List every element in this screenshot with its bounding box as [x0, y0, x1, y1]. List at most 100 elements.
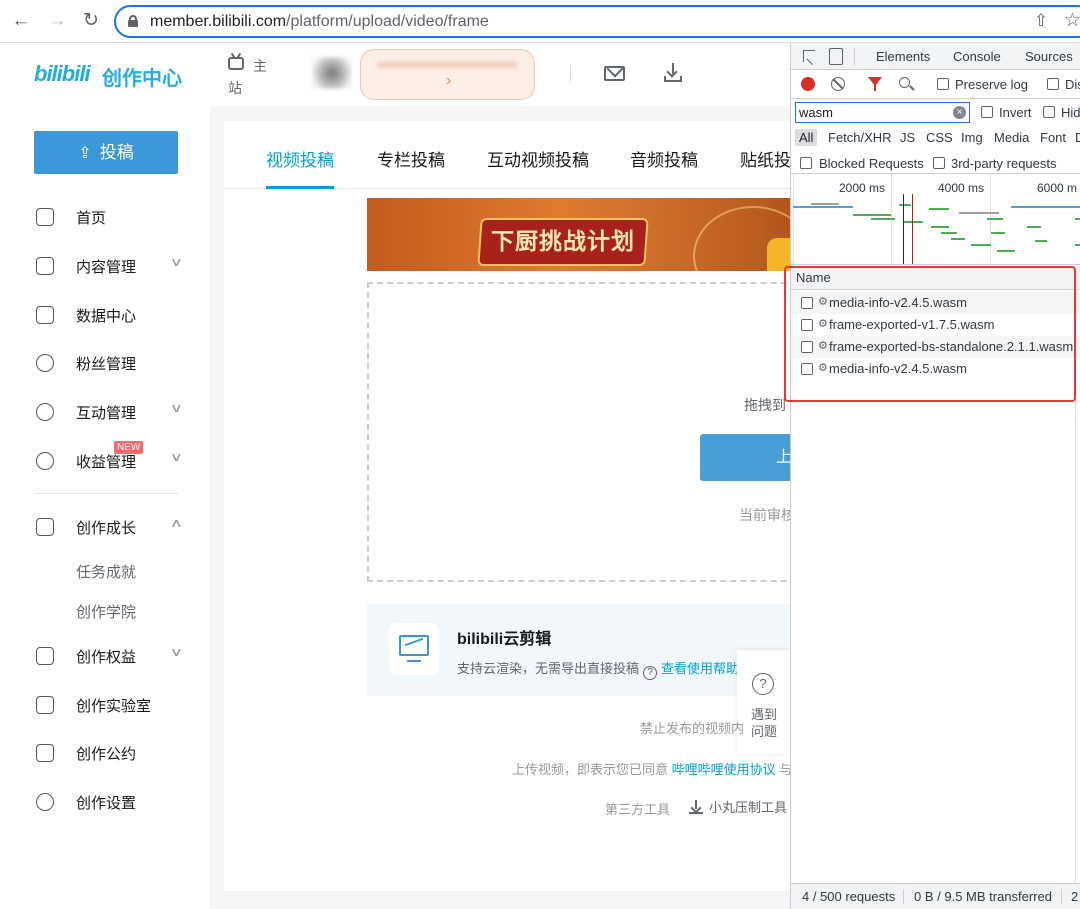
type-filter-doc[interactable]: D: [1075, 130, 1080, 145]
logo-title: 创作中心: [102, 68, 182, 90]
address-bar[interactable]: member.bilibili.com/platform/upload/vide…: [114, 5, 1080, 38]
sidebar-item-label: 互动管理: [76, 405, 137, 422]
logo[interactable]: bilibili: [34, 61, 91, 87]
review-hint: 当前审核: [739, 507, 795, 523]
tab-video[interactable]: 视频投稿: [266, 146, 334, 171]
header-divider: [570, 65, 571, 83]
invert-checkbox[interactable]: [981, 106, 993, 118]
sidebar-item-label: 收益管理: [76, 454, 137, 471]
preserve-log-checkbox[interactable]: [937, 78, 949, 90]
browser-toolbar: ← → ↻ member.bilibili.com/platform/uploa…: [0, 0, 1080, 43]
sidebar-divider: [34, 493, 178, 494]
transferred-size: 0 B / 9.5 MB transferred: [914, 889, 1053, 904]
cloud-editor-desc: 支持云渲染，无需导出直接投稿? 查看使用帮助: [457, 658, 739, 680]
network-overview[interactable]: 2000 ms 4000 ms 6000 m: [791, 174, 1080, 265]
tab-sticker[interactable]: 贴纸投: [740, 146, 791, 171]
inspect-element-icon[interactable]: [803, 50, 815, 62]
device-toolbar-icon[interactable]: [829, 48, 843, 65]
tab-interactive-video[interactable]: 互动视频投稿: [487, 146, 589, 171]
devtools-tabbar: Elements Console Sources: [791, 43, 1080, 70]
sidebar-item-label: 首页: [76, 210, 107, 227]
agreement-note: 上传视频，即表示您已同意 哔哩哔哩使用协议 与: [512, 759, 792, 778]
sidebar-item-label: 创作设置: [76, 795, 137, 812]
tab-article[interactable]: 专栏投稿: [377, 146, 445, 171]
type-filter-css[interactable]: CSS: [926, 130, 953, 145]
upload-dropzone[interactable]: [367, 282, 807, 582]
tab-console[interactable]: Console: [953, 49, 1001, 64]
type-filter-img[interactable]: Img: [961, 130, 983, 145]
tab-audio[interactable]: 音频投稿: [630, 146, 698, 171]
filter-icon[interactable]: [868, 77, 882, 91]
search-icon[interactable]: [899, 77, 910, 88]
share-icon[interactable]: ⇧: [1031, 9, 1051, 33]
type-filter-all[interactable]: All: [795, 129, 818, 146]
url-host: member.bilibili.com: [150, 13, 287, 30]
promo-pill[interactable]: ›: [360, 49, 535, 100]
site-header: bilibili 创作中心 主站 ›: [0, 43, 790, 106]
type-filter-media[interactable]: Media: [994, 130, 1029, 145]
request-count: 4 / 500 requests: [802, 889, 896, 904]
download-icon[interactable]: [664, 61, 682, 83]
drop-hint: 拖拽到: [744, 397, 786, 413]
filter-value: wasm: [799, 105, 833, 120]
upload-icon: ⇪: [78, 145, 92, 162]
chevron-down-icon: ∨: [169, 450, 183, 464]
compress-tool-link[interactable]: 小丸压制工具: [689, 797, 787, 816]
promo-banner[interactable]: 下厨挑战计划: [367, 198, 790, 271]
forward-arrow-icon[interactable]: →: [44, 8, 70, 34]
timeline-tick: 2000 ms: [839, 181, 886, 195]
sidebar-subitem-academy[interactable]: 创作学院: [76, 601, 136, 622]
sidebar-item-convention[interactable]: 创作公约: [0, 739, 210, 769]
avatar[interactable]: [312, 57, 352, 89]
bookmark-star-icon[interactable]: ☆: [1064, 9, 1080, 33]
timeline-tick: 4000 ms: [938, 181, 985, 195]
hide-data-urls-checkbox[interactable]: [1043, 106, 1055, 118]
agree-prefix: 上传视频，即表示您已同意: [512, 762, 669, 777]
type-filter-js[interactable]: JS: [900, 130, 915, 145]
mail-icon[interactable]: [604, 66, 625, 81]
main-site-link[interactable]: 主站: [228, 55, 268, 99]
help-float-label: 遇到问题: [751, 707, 778, 739]
agreement-link[interactable]: 哔哩哔哩使用协议: [672, 762, 776, 777]
help-link[interactable]: 查看使用帮助: [661, 661, 739, 676]
type-filter-font[interactable]: Font: [1040, 130, 1066, 145]
sidebar-item-content[interactable]: 内容管理 ∨: [0, 252, 210, 282]
blocked-requests-label: Blocked Requests: [819, 156, 924, 171]
help-float-button[interactable]: ? 遇到问题: [737, 650, 791, 754]
sidebar-item-label: 创作权益: [76, 649, 137, 666]
chevron-up-icon: ∧: [169, 516, 183, 530]
network-status-bar: 4 / 500 requests 0 B / 9.5 MB transferre…: [791, 883, 1080, 909]
filter-input[interactable]: wasm ×: [795, 102, 970, 123]
hide-label: Hid: [1061, 105, 1080, 120]
type-filter-fetch[interactable]: Fetch/XHR: [828, 130, 892, 145]
sidebar-item-settings[interactable]: 创作设置: [0, 788, 210, 818]
third-party-checkbox[interactable]: [933, 157, 945, 169]
sidebar-item-interaction[interactable]: 互动管理 ∨: [0, 398, 210, 428]
sidebar-item-rights[interactable]: 创作权益 ∨: [0, 642, 210, 672]
sidebar-item-growth[interactable]: 创作成长 ∧: [0, 513, 210, 543]
back-arrow-icon[interactable]: ←: [8, 8, 34, 34]
disable-cache-checkbox[interactable]: [1047, 78, 1059, 90]
post-button[interactable]: ⇪ 投稿: [34, 131, 178, 174]
tab-sources[interactable]: Sources: [1025, 49, 1073, 64]
sidebar-item-fans[interactable]: 粉丝管理: [0, 349, 210, 379]
clear-icon[interactable]: [831, 77, 845, 91]
home-icon: [36, 208, 54, 226]
devtools-panel: Elements Console Sources Preserve log Di…: [790, 43, 1080, 909]
tab-elements[interactable]: Elements: [876, 49, 930, 64]
data-icon: [36, 306, 54, 324]
fans-icon: [36, 354, 54, 372]
record-icon[interactable]: [801, 77, 815, 91]
blocked-requests-checkbox[interactable]: [800, 157, 812, 169]
sidebar-item-data[interactable]: 数据中心: [0, 301, 210, 331]
sidebar-item-lab[interactable]: 创作实验室: [0, 691, 210, 721]
content-icon: [36, 257, 54, 275]
sidebar-item-income[interactable]: 收益管理 ∨: [0, 447, 210, 477]
reload-icon[interactable]: ↻: [78, 8, 104, 34]
sidebar-item-home[interactable]: 首页: [0, 203, 210, 233]
sidebar-item-label: 创作实验室: [76, 698, 152, 715]
invert-label: Invert: [999, 105, 1032, 120]
chevron-down-icon: ∨: [169, 255, 183, 269]
sidebar-subitem-tasks[interactable]: 任务成就: [76, 561, 136, 582]
clear-filter-icon[interactable]: ×: [953, 106, 966, 119]
